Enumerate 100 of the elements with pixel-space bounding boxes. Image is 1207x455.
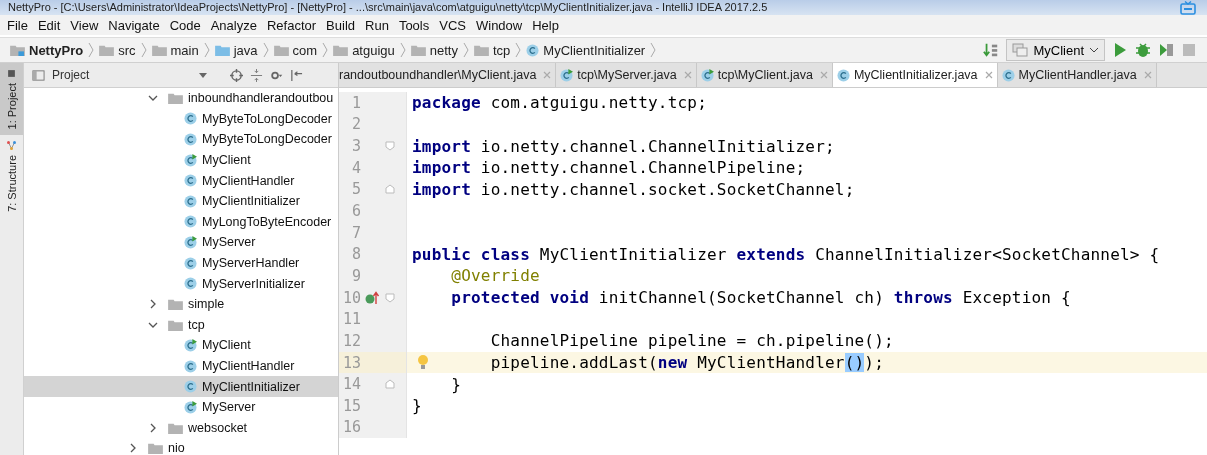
menu-item[interactable]: Analyze <box>205 17 262 33</box>
window-title: NettyPro - [C:\Users\Administrator\IdeaProjects\NettyPro] - [NettyPro] - ...\src\main\java\com\atguigu\netty\tcp\MyClientInitializer.java - IntelliJ IDEA 2017.2.5 <box>7 1 768 14</box>
chevron-icon <box>140 42 147 58</box>
sort-icon[interactable] <box>983 42 1000 58</box>
run-icon[interactable] <box>1112 42 1128 58</box>
tool-window-tab[interactable]: 1: Project <box>0 63 23 136</box>
editor-tab[interactable]: MyClientInitializer.java <box>832 63 998 87</box>
line-number: 6 <box>350 202 361 220</box>
chevron-icon <box>203 42 210 58</box>
menu-item[interactable]: Run <box>360 17 394 33</box>
close-icon[interactable] <box>543 71 552 79</box>
breadcrumb[interactable]: netty <box>410 42 458 58</box>
menu-item[interactable]: VCS <box>434 17 471 33</box>
breadcrumb[interactable]: tcp <box>474 42 511 58</box>
close-icon[interactable] <box>1143 71 1152 79</box>
menu-item[interactable]: Edit <box>32 17 66 33</box>
tree-item[interactable]: MyServerInitializer <box>24 273 338 294</box>
class-icon <box>836 68 850 82</box>
hide-icon[interactable] <box>290 68 303 82</box>
caret-icon[interactable] <box>199 72 207 78</box>
tree-item[interactable]: websocket <box>24 417 338 439</box>
chevron-icon <box>399 42 406 58</box>
breadcrumb[interactable]: main <box>151 42 199 58</box>
runnable-class-icon <box>700 68 714 82</box>
code-line: @Override <box>450 266 540 286</box>
code-line: import io.netty.channel.ChannelInitializer; <box>412 136 835 156</box>
breadcrumb[interactable]: src <box>99 42 136 58</box>
tree-item[interactable]: MyClient <box>24 149 338 171</box>
menu-item[interactable]: Navigate <box>103 17 165 33</box>
class-icon <box>184 174 197 188</box>
menu-item[interactable]: File <box>2 17 33 33</box>
coverage-icon[interactable] <box>1158 42 1174 58</box>
tree-item[interactable]: tcp <box>24 314 338 336</box>
chevron-icon <box>650 42 657 58</box>
menu-item[interactable]: Build <box>321 17 360 33</box>
folder-icon <box>168 421 183 434</box>
code-line: public class MyClientInitializer extends ChannelInitializer<SocketChannel> { <box>412 244 1160 264</box>
line-number: 11 <box>341 310 361 329</box>
line-number: 9 <box>350 266 361 285</box>
chevron-icon <box>262 42 269 58</box>
breadcrumb[interactable]: NettyPro <box>10 42 84 58</box>
breadcrumb[interactable]: java <box>214 42 258 58</box>
line-number: 5 <box>350 180 361 199</box>
folder-icon <box>168 92 183 105</box>
class-icon <box>1001 68 1015 82</box>
class-icon <box>184 112 197 126</box>
close-icon[interactable] <box>819 71 828 79</box>
breadcrumb[interactable]: com <box>273 42 318 58</box>
tree-item[interactable]: MyClientInitializer <box>24 376 338 397</box>
line-number: 8 <box>350 245 361 264</box>
close-icon[interactable] <box>984 71 993 79</box>
bug-icon[interactable] <box>1135 42 1151 58</box>
line-number: 16 <box>341 418 361 437</box>
runnable-class-icon <box>184 235 197 249</box>
folder-icon <box>333 44 349 56</box>
tree-item[interactable]: MyServerHandler <box>24 252 338 274</box>
tree-item[interactable]: MyClientHandler <box>24 355 338 377</box>
editor-tab[interactable]: randoutboundhandler\MyClient.java <box>339 63 557 87</box>
line-number: 15 <box>341 396 361 415</box>
line-number: 7 <box>350 223 361 242</box>
folder-icon <box>273 44 289 56</box>
tree-item[interactable]: MyClientHandler <box>24 170 338 191</box>
tree-item[interactable]: MyByteToLongDecoder <box>24 129 338 150</box>
breadcrumb[interactable]: atguigu <box>333 42 395 58</box>
line-number: 4 <box>350 158 361 177</box>
class-icon <box>184 277 197 291</box>
tree-item[interactable]: inboundhandlerandoutbou <box>24 88 338 109</box>
breadcrumb[interactable]: MyClientInitializer <box>526 42 646 58</box>
menu-item[interactable]: Window <box>470 17 528 33</box>
menu-item[interactable]: View <box>65 17 104 33</box>
menu-item[interactable]: Tools <box>393 17 435 33</box>
class-icon <box>184 194 197 208</box>
folder-icon <box>214 44 230 56</box>
menu-item[interactable]: Help <box>527 17 564 33</box>
code-line: } <box>450 374 462 394</box>
tree-item[interactable]: MyLongToByteEncoder <box>24 211 338 233</box>
tree-item[interactable]: MyServer <box>24 232 338 253</box>
tree-item[interactable]: nio <box>24 438 338 455</box>
close-icon[interactable] <box>683 71 692 79</box>
line-number: 2 <box>350 115 361 134</box>
line-number: 3 <box>350 137 361 156</box>
stop-icon <box>1181 42 1197 58</box>
menu-item[interactable]: Refactor <box>261 17 322 33</box>
collapse-icon[interactable] <box>250 68 263 82</box>
target-icon[interactable] <box>230 68 243 82</box>
tool-window-tab[interactable]: 7: Structure <box>0 135 23 219</box>
panel-title[interactable]: Project <box>52 68 192 82</box>
menu-item[interactable]: Code <box>164 17 206 33</box>
tree-item[interactable]: MyServer <box>24 396 338 418</box>
folder-icon <box>168 298 183 311</box>
code-line: import io.netty.channel.socket.SocketChannel; <box>412 179 855 199</box>
tree-item[interactable]: MyClient <box>24 335 338 356</box>
tree-item[interactable]: MyClientInitializer <box>24 190 338 212</box>
class-icon <box>184 359 197 373</box>
folder-icon <box>168 318 183 331</box>
run-configuration-dropdown[interactable]: MyClient <box>1006 39 1105 61</box>
runnable-class-icon <box>184 153 197 167</box>
tree-item[interactable]: MyByteToLongDecoder <box>24 108 338 130</box>
tree-item[interactable]: simple <box>24 293 338 315</box>
code-line: package com.atguigu.netty.tcp; <box>412 93 707 113</box>
